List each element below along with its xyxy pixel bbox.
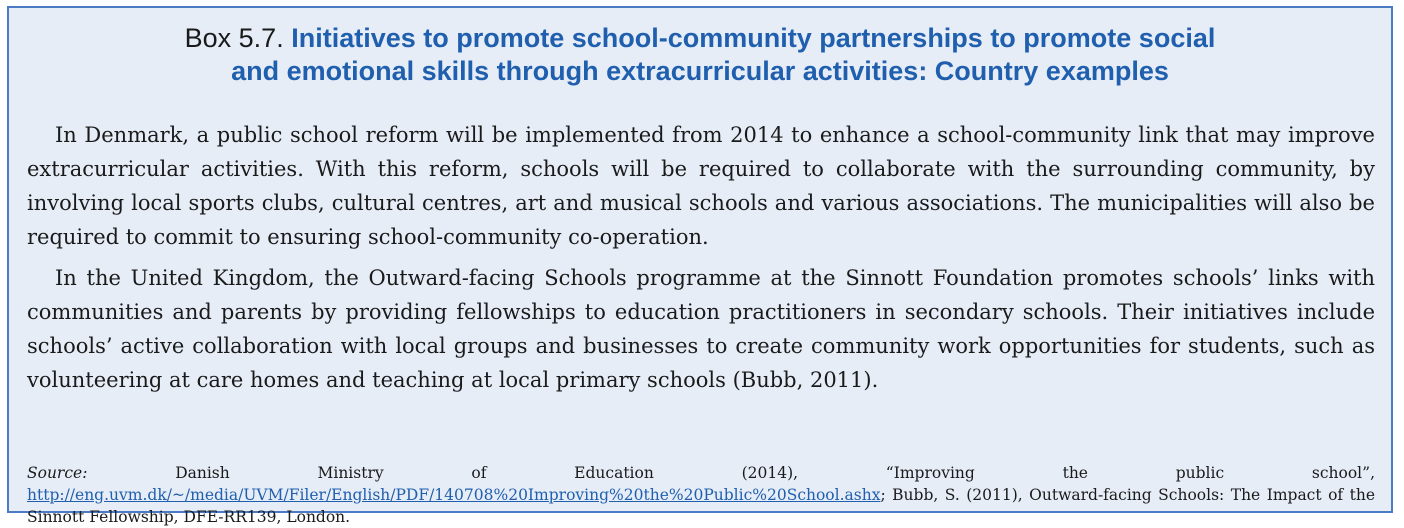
box-title: Box 5.7. Initiatives to promote school-c… [9,22,1391,88]
source-note: Source: Danish Ministry of Education (20… [27,462,1375,528]
box-container: Box 5.7. Initiatives to promote school-c… [7,6,1393,526]
box-title-line-2: and emotional skills through extracurric… [231,56,1169,86]
box-title-line-1: Initiatives to promote school-community … [291,23,1216,53]
paragraph-denmark: In Denmark, a public school reform will … [27,123,1375,249]
source-text: Danish Ministry of Education (2014), “Im… [175,464,1375,482]
box-body: In Denmark, a public school reform will … [27,118,1375,397]
source-label: Source: [27,464,88,482]
source-link[interactable]: http://eng.uvm.dk/~/media/UVM/Filer/Engl… [27,486,880,504]
box-label: Box 5.7. [184,23,284,53]
paragraph-united-kingdom: In the United Kingdom, the Outward-facin… [27,266,1375,392]
